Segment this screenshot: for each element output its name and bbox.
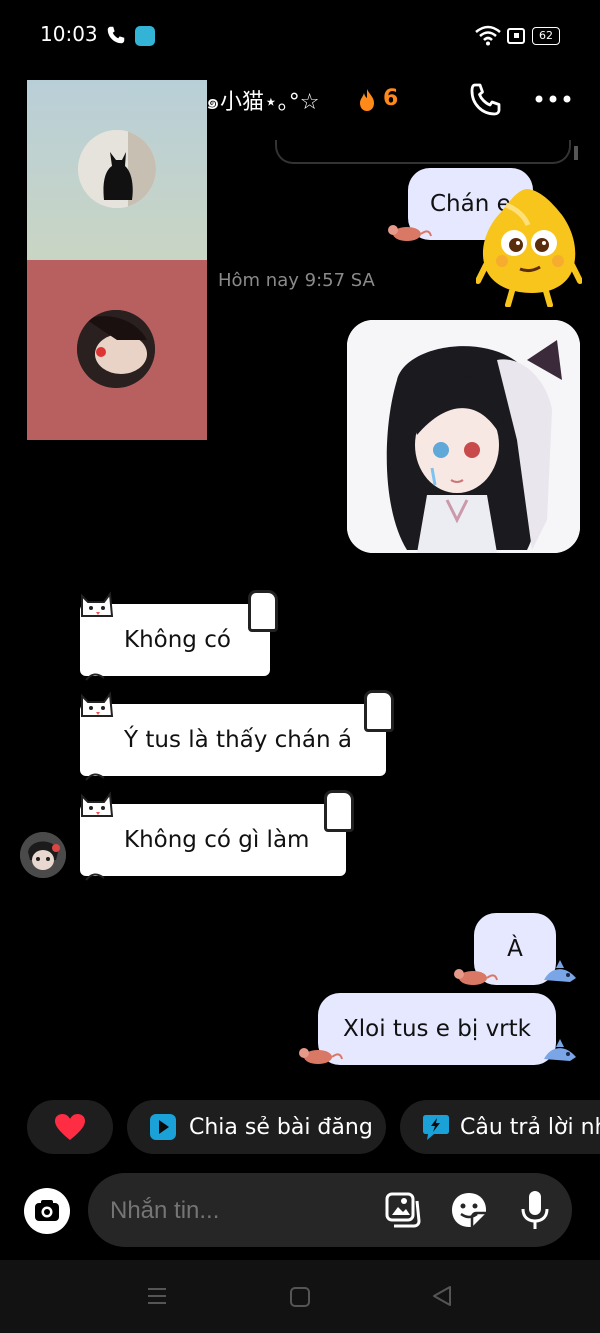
back-nav-icon[interactable] (431, 1284, 453, 1308)
sent-message[interactable]: Xloi tus e bị vrtk (318, 993, 556, 1065)
mouse-sticker-icon (388, 225, 432, 241)
streak-count: 6 (383, 86, 399, 111)
received-message[interactable]: Ý tus là thấy chán á (80, 690, 394, 781)
scroll-curl-bottom (85, 673, 105, 681)
scroll-edge (574, 146, 578, 160)
share-post-icon (150, 1114, 176, 1140)
message-input[interactable] (108, 1173, 372, 1249)
mascot-sticker-icon (476, 189, 582, 307)
battery-indicator: 62 (532, 27, 560, 45)
heart-icon (55, 1114, 85, 1140)
mouse-sticker-icon (299, 1048, 343, 1064)
sender-avatar[interactable] (20, 832, 66, 878)
message-text: Xloi tus e bị vrtk (343, 1016, 531, 1042)
quick-reply-icon (423, 1115, 449, 1140)
remote-video (27, 80, 207, 260)
camera-button[interactable] (24, 1188, 70, 1234)
status-time: 10:03 (40, 22, 98, 46)
message-composer (88, 1173, 572, 1249)
scroll-curl (248, 590, 278, 632)
phone-call-icon (107, 26, 125, 44)
system-nav-bar (0, 1260, 600, 1333)
more-options-button[interactable] (534, 93, 572, 105)
self-avatar (77, 310, 155, 388)
timestamp-divider: Hôm nay 9:57 SA (218, 270, 375, 291)
menu-nav-icon[interactable] (146, 1286, 168, 1306)
remote-avatar (78, 130, 156, 208)
avatar-image (20, 832, 66, 878)
scroll-curl (364, 690, 394, 732)
microphone-icon[interactable] (520, 1189, 550, 1231)
wifi-icon (475, 25, 501, 46)
sticker-icon[interactable] (450, 1191, 488, 1229)
chat-title[interactable]: ˳๑小猫⋆｡°☆ (195, 84, 319, 119)
fire-icon (360, 89, 374, 111)
message-text: Ý tus là thấy chán á (124, 727, 352, 753)
cat-sticker-icon (81, 591, 114, 617)
shark-sticker-icon (544, 1039, 576, 1061)
message-text: Không có (124, 627, 231, 653)
shark-sticker-icon (544, 960, 576, 982)
anime-character-image (347, 320, 580, 553)
gallery-icon[interactable] (384, 1191, 422, 1229)
previous-message-edge (275, 140, 571, 164)
received-message[interactable]: Không có gì làm (80, 790, 354, 881)
chip-label: Chia sẻ bài đăng (189, 1114, 373, 1140)
video-call-pip[interactable] (27, 80, 207, 440)
message-text: À (507, 936, 523, 962)
received-message[interactable]: Không có (80, 590, 278, 681)
camera-icon (35, 1200, 59, 1221)
app-notification-icon (135, 26, 155, 46)
voice-call-button[interactable] (466, 80, 506, 120)
scroll-curl (324, 790, 354, 832)
cat-sticker-icon (81, 691, 114, 717)
mouse-sticker-icon (454, 969, 498, 985)
sent-image[interactable] (347, 320, 580, 553)
heart-reaction-button[interactable] (27, 1100, 113, 1154)
self-video (27, 260, 207, 440)
scroll-curl-bottom (85, 873, 105, 881)
share-post-chip[interactable]: Chia sẻ bài đăng (127, 1100, 386, 1154)
scroll-curl-bottom (85, 773, 105, 781)
home-nav-icon[interactable] (289, 1286, 311, 1308)
screen-icon (507, 28, 525, 44)
quick-reply-chip[interactable]: Câu trả lời nh (400, 1100, 600, 1154)
chip-label: Câu trả lời nh (460, 1114, 600, 1140)
cat-sticker-icon (81, 791, 114, 817)
message-text: Không có gì làm (124, 827, 310, 853)
